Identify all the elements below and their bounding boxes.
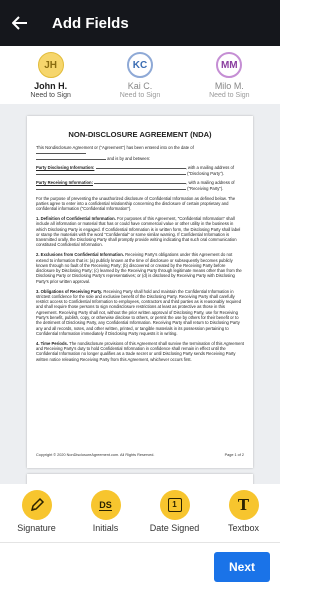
signer-name: Milo M. (214, 81, 244, 91)
signer-status: Need to Sign (209, 92, 250, 99)
back-button[interactable] (0, 0, 40, 46)
purpose-paragraph: For the purpose of preventing the unauth… (36, 195, 236, 212)
tool-label: Date Signed (149, 523, 200, 533)
top-app-bar: Add Fields (0, 0, 280, 46)
tool-label: Initials (92, 523, 119, 533)
disclosing-name-blank (95, 165, 186, 170)
date-signed-tool[interactable]: 1 Date Signed (142, 484, 208, 542)
document-page[interactable]: NON-DISCLOSURE AGREEMENT (NDA) This Nond… (27, 116, 253, 468)
page-number: Page 1 of 2 (224, 452, 244, 457)
receiving-name-blank (94, 180, 187, 185)
section-1: 1. Definition of Confidential Informatio… (36, 215, 241, 248)
bottom-action-bar: Next (0, 542, 280, 600)
date-blank (36, 150, 86, 155)
next-button[interactable]: Next (214, 552, 270, 582)
signer-john[interactable]: JH John H. Need to Sign (13, 46, 89, 104)
field-toolbar: Signature DS Initials 1 Date Signed T Te… (0, 484, 280, 542)
avatar: JH (37, 52, 64, 78)
avatar: MM (216, 52, 243, 78)
tool-label: Textbox (227, 523, 260, 533)
pen-icon (21, 490, 52, 520)
ds-initials-icon: DS (90, 490, 121, 520)
document-page-2[interactable] (27, 474, 253, 484)
initials-tool[interactable]: DS Initials (73, 484, 139, 542)
calendar-icon: 1 (159, 490, 190, 520)
signer-kai[interactable]: KC Kai C. Need to Sign (102, 46, 178, 104)
signer-name: Kai C. (127, 81, 153, 91)
disclosing-party-block: Party Disclosing Information: , with a m… (36, 165, 234, 176)
text-t-icon: T (228, 490, 259, 520)
signer-name: John H. (34, 81, 68, 91)
section-2: 2. Exclusions from Confidential Informat… (36, 252, 242, 284)
signer-status: Need to Sign (30, 92, 71, 99)
signature-tool[interactable]: Signature (4, 484, 70, 542)
disclosing-address-blank (36, 171, 186, 175)
page-title: Add Fields (52, 14, 129, 32)
signer-list: JH John H. Need to Sign KC Kai C. Need t… (0, 46, 280, 104)
receiving-party-block: Party Receiving Information: , with a ma… (36, 180, 235, 191)
date-blank-2 (36, 156, 106, 160)
page-footer: Copyright © 2020 NonDisclosureAgreement.… (36, 453, 244, 458)
signer-status: Need to Sign (119, 92, 161, 99)
avatar: KC (126, 52, 153, 78)
copyright-text: Copyright © 2020 NonDisclosureAgreement.… (36, 452, 155, 457)
signer-milo[interactable]: MM Milo M. Need to Sign (191, 46, 267, 104)
section-4: 4. Time Periods. The nondisclosure provi… (36, 340, 244, 362)
section-3: 3. Obligations of Receiving Party. Recei… (36, 288, 242, 336)
receiving-address-blank (36, 186, 186, 190)
arrow-left-icon (12, 16, 27, 30)
document-viewer[interactable]: NON-DISCLOSURE AGREEMENT (NDA) This Nond… (0, 104, 280, 484)
tool-label: Signature (17, 523, 56, 533)
document-title: NON-DISCLOSURE AGREEMENT (NDA) (68, 130, 212, 139)
textbox-tool[interactable]: T Textbox (211, 484, 277, 542)
intro-paragraph: This Nondisclosure Agreement or ("Agreem… (36, 145, 194, 161)
